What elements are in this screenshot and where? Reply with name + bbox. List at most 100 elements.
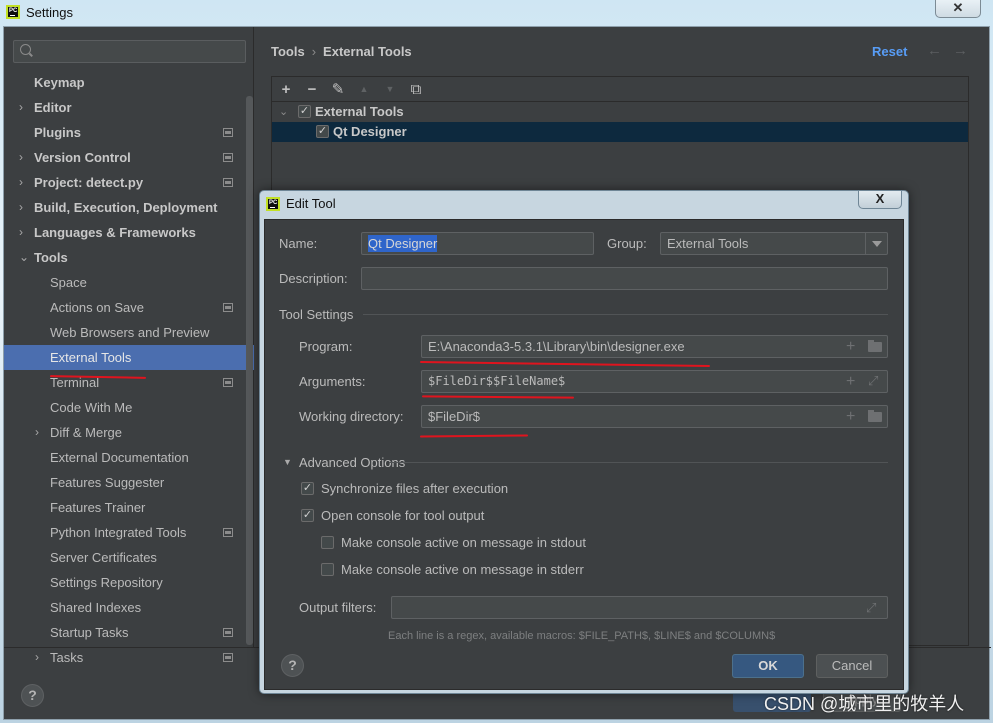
sidebar-item[interactable]: Features Trainer — [4, 495, 254, 520]
dropdown-arrow-icon[interactable] — [865, 233, 887, 254]
sidebar-item[interactable]: › Version Control — [4, 145, 254, 170]
project-level-icon — [223, 303, 233, 312]
tool-label: Qt Designer — [333, 124, 407, 139]
sidebar-item-label: Shared Indexes — [50, 600, 142, 615]
sidebar-item[interactable]: Python Integrated Tools — [4, 520, 254, 545]
insert-macro-plus-icon[interactable]: + — [846, 336, 855, 357]
sidebar-item[interactable]: › Diff & Merge — [4, 420, 254, 445]
sidebar-item-label: Python Integrated Tools — [50, 525, 187, 540]
insert-macro-plus-icon[interactable]: + — [846, 406, 855, 427]
insert-macro-plus-icon[interactable]: + — [846, 371, 855, 392]
sidebar-item-label: Features Suggester — [50, 475, 165, 490]
chevron-right-icon[interactable]: › — [35, 420, 39, 445]
tool-group-row[interactable]: ⌄ ✓ External Tools — [272, 102, 968, 122]
arguments-value: $FileDir$$FileName$ — [428, 374, 566, 388]
tool-group-checkbox[interactable]: ✓ — [298, 105, 311, 118]
sidebar-item[interactable]: Settings Repository — [4, 570, 254, 595]
chevron-down-icon[interactable]: ⌄ — [279, 102, 288, 122]
add-icon[interactable]: + — [278, 81, 294, 98]
move-down-icon[interactable]: ▼ — [382, 84, 398, 94]
window-close-button[interactable]: ✕ — [935, 0, 981, 18]
tool-settings-heading: Tool Settings — [279, 307, 354, 322]
program-input[interactable]: E:\Anaconda3-5.3.1\Library\bin\designer.… — [421, 335, 888, 358]
dialog-close-button[interactable]: X — [858, 191, 902, 209]
chevron-right-icon[interactable]: › — [19, 145, 23, 170]
sidebar-item[interactable]: Keymap — [4, 70, 254, 95]
sidebar-item-label: Keymap — [34, 75, 85, 90]
sidebar-item[interactable]: Shared Indexes — [4, 595, 254, 620]
group-value: External Tools — [667, 236, 749, 251]
chevron-right-icon[interactable]: › — [19, 195, 23, 220]
sidebar-item[interactable]: › Build, Execution, Deployment — [4, 195, 254, 220]
checkbox[interactable] — [321, 536, 334, 549]
help-button[interactable]: ? — [21, 684, 44, 707]
working-directory-label: Working directory: — [299, 409, 404, 424]
chevron-down-icon[interactable]: ⌄ — [19, 245, 29, 270]
sidebar-item-label: External Tools — [50, 350, 132, 365]
remove-icon[interactable]: − — [304, 81, 320, 98]
sidebar-item[interactable]: Actions on Save — [4, 295, 254, 320]
dialog-title: Edit Tool — [286, 196, 336, 211]
sidebar-item[interactable]: External Documentation — [4, 445, 254, 470]
group-select[interactable]: External Tools — [660, 232, 888, 255]
dialog-help-button[interactable]: ? — [281, 654, 304, 677]
working-directory-input[interactable]: $FileDir$ + — [421, 405, 888, 428]
edit-pencil-icon[interactable]: ✎ — [330, 80, 346, 98]
settings-search-input[interactable] — [13, 40, 246, 63]
sidebar-item[interactable]: Space — [4, 270, 254, 295]
section-divider — [363, 314, 888, 315]
sidebar-item[interactable]: Web Browsers and Preview — [4, 320, 254, 345]
sidebar-item[interactable]: Startup Tasks — [4, 620, 254, 645]
sidebar-item-label: Web Browsers and Preview — [50, 325, 210, 340]
move-up-icon[interactable]: ▲ — [356, 84, 372, 94]
sidebar-item-label: Server Certificates — [50, 550, 157, 565]
description-input[interactable] — [361, 267, 888, 290]
folder-icon[interactable] — [868, 340, 882, 352]
program-value: E:\Anaconda3-5.3.1\Library\bin\designer.… — [428, 339, 685, 354]
sidebar-item[interactable]: Plugins — [4, 120, 254, 145]
folder-icon[interactable] — [868, 410, 882, 422]
sidebar-item[interactable]: Features Suggester — [4, 470, 254, 495]
sidebar-item[interactable]: › Languages & Frameworks — [4, 220, 254, 245]
collapse-triangle-icon[interactable]: ▼ — [283, 457, 292, 467]
pycharm-logo-icon: PC — [6, 5, 20, 19]
checkbox[interactable]: ✓ — [301, 482, 314, 495]
breadcrumb-item[interactable]: Tools — [271, 44, 305, 59]
sidebar-item[interactable]: ⌄ Tools — [4, 245, 254, 270]
sidebar-item-label: Plugins — [34, 125, 81, 140]
chevron-right-icon[interactable]: › — [19, 170, 23, 195]
forward-arrow-icon[interactable]: → — [953, 42, 968, 59]
tools-toolbar: + − ✎ ▲ ▼ ⧉ — [272, 77, 968, 102]
checkbox[interactable] — [321, 563, 334, 576]
sidebar-item[interactable]: Code With Me — [4, 395, 254, 420]
ok-button[interactable]: OK — [732, 654, 804, 678]
sidebar-scrollbar[interactable] — [246, 96, 253, 645]
sidebar-item[interactable]: External Tools — [4, 345, 254, 370]
copy-icon[interactable]: ⧉ — [408, 81, 424, 98]
breadcrumb: Tools › External Tools — [271, 44, 412, 59]
tool-row-qt-designer[interactable]: ✓ Qt Designer — [272, 122, 968, 142]
chevron-right-icon[interactable]: › — [19, 220, 23, 245]
expand-icon[interactable]: ⤢ — [866, 597, 876, 618]
expand-icon[interactable]: ⤢ — [868, 371, 878, 392]
sidebar-item-label: Languages & Frameworks — [34, 225, 196, 240]
chevron-right-icon[interactable]: › — [19, 95, 23, 120]
search-icon — [20, 44, 31, 55]
reset-link[interactable]: Reset — [872, 44, 907, 59]
cancel-button[interactable]: Cancel — [816, 654, 888, 678]
settings-tree: Keymap › Editor Plugins › Version Control › Pro… — [4, 70, 254, 670]
sidebar-item[interactable]: Terminal — [4, 370, 254, 395]
sidebar-item[interactable]: Server Certificates — [4, 545, 254, 570]
back-arrow-icon[interactable]: ← — [927, 42, 942, 59]
watermark: CSDN @城市里的牧羊人 — [764, 694, 965, 714]
tool-checkbox[interactable]: ✓ — [316, 125, 329, 138]
arguments-input[interactable]: $FileDir$$FileName$ + ⤢ — [421, 370, 888, 393]
project-level-icon — [223, 178, 233, 187]
name-input[interactable]: Qt Designer — [361, 232, 594, 255]
checkbox-label: Make console active on message in stdout — [341, 535, 586, 550]
sidebar-item[interactable]: › Project: detect.py — [4, 170, 254, 195]
window-title-bar: PC Settings — [0, 0, 993, 24]
sidebar-item[interactable]: › Editor — [4, 95, 254, 120]
checkbox[interactable]: ✓ — [301, 509, 314, 522]
output-filters-input[interactable]: ⤢ — [391, 596, 888, 619]
